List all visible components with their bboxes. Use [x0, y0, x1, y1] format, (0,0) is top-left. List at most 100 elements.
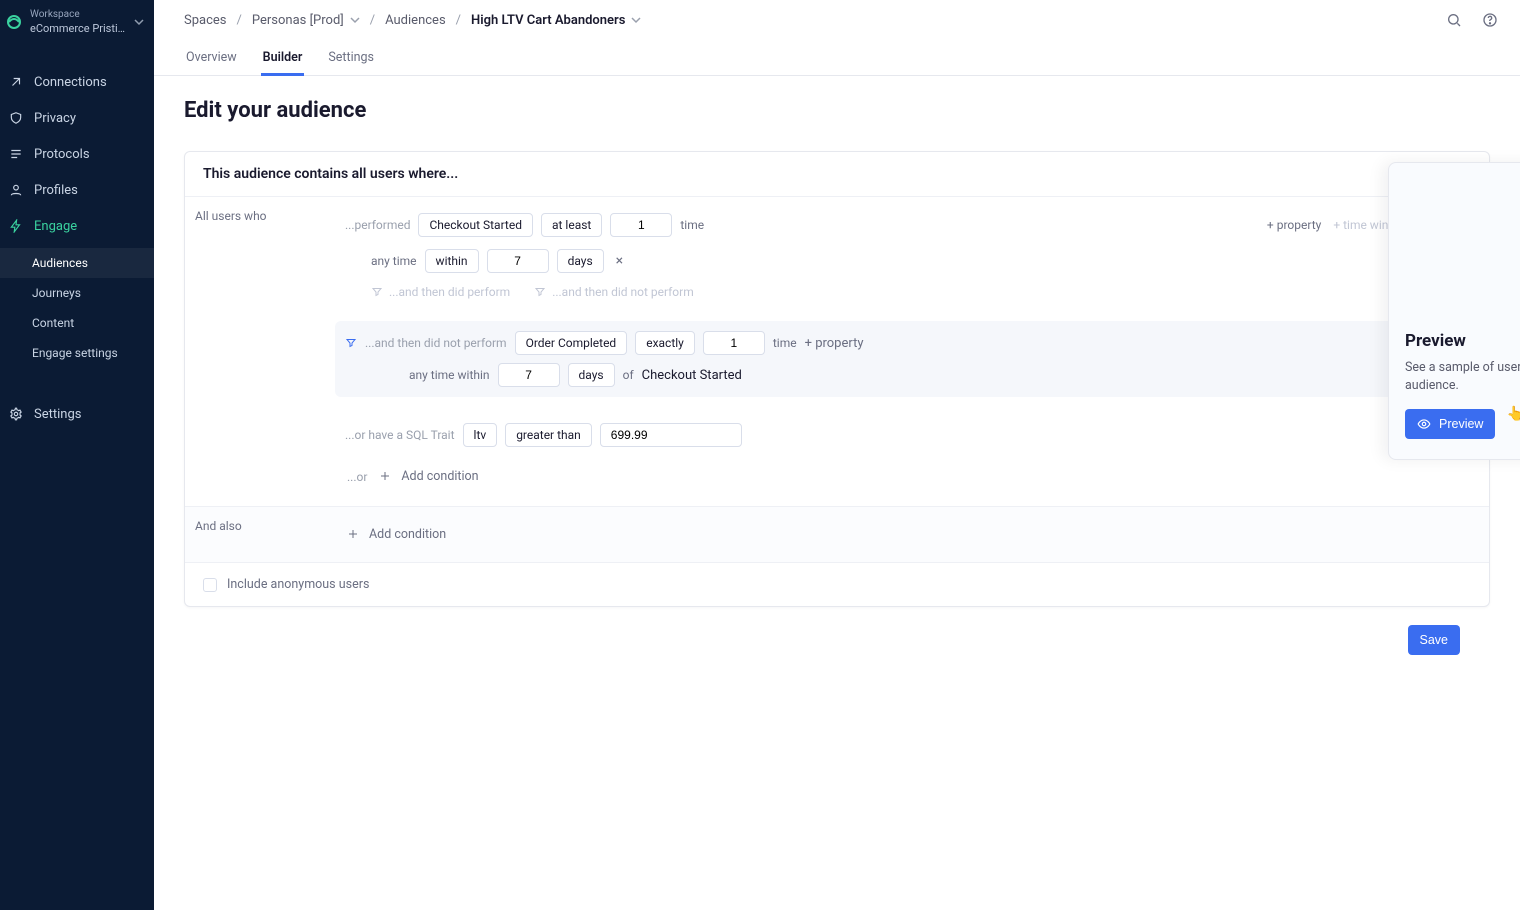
condition-prefix: ...performed: [345, 218, 410, 232]
plus-icon: [379, 470, 393, 484]
sidebar-item-settings[interactable]: Settings: [0, 396, 154, 432]
primary-nav: Connections Privacy Protocols Profiles E…: [0, 46, 154, 432]
eye-icon: [1417, 417, 1431, 431]
sidebar-sub-engage-settings[interactable]: Engage settings: [0, 338, 154, 368]
list-icon: [8, 146, 24, 162]
condition-time-window: any time within days ×: [335, 245, 1477, 283]
sidebar-item-connections[interactable]: Connections: [0, 64, 154, 100]
condition-prefix: ...and then did not perform: [365, 336, 507, 350]
condition-performed: ...performed Checkout Started at least t…: [335, 205, 1477, 245]
search-button[interactable]: [1444, 10, 1464, 30]
main: Spaces / Personas [Prod] / Audiences / H…: [154, 0, 1520, 910]
save-button[interactable]: Save: [1408, 625, 1461, 655]
sidebar-item-protocols[interactable]: Protocols: [0, 136, 154, 172]
page-title: Edit your audience: [184, 98, 1490, 123]
bolt-icon: [8, 218, 24, 234]
include-anonymous-row: Include anonymous users: [185, 562, 1489, 606]
search-icon: [1446, 12, 1462, 28]
event-select[interactable]: Order Completed: [515, 331, 628, 355]
shield-icon: [8, 110, 24, 126]
breadcrumb-audiences[interactable]: Audiences: [385, 13, 446, 28]
audience-panel: This audience contains all users where..…: [184, 151, 1490, 607]
time-label: time: [773, 336, 797, 350]
sidebar-item-label: Settings: [34, 407, 81, 422]
within-select[interactable]: within: [425, 249, 479, 273]
window-unit-select[interactable]: days: [557, 249, 604, 273]
count-input[interactable]: [703, 331, 765, 355]
all-users-label: All users who: [185, 197, 335, 506]
preview-title: Preview: [1405, 331, 1520, 351]
hint-did-perform[interactable]: ...and then did perform: [371, 285, 510, 299]
sidebar-item-label: Privacy: [34, 111, 76, 126]
include-anonymous-label: Include anonymous users: [227, 577, 369, 592]
remove-window-button[interactable]: ×: [612, 253, 627, 269]
add-condition-button-andalso[interactable]: Add condition: [347, 527, 446, 542]
sidebar-item-privacy[interactable]: Privacy: [0, 100, 154, 136]
filter-icon: [345, 337, 357, 349]
window-value-input[interactable]: [487, 249, 549, 273]
sidebar-item-engage[interactable]: Engage: [0, 208, 154, 244]
help-button[interactable]: [1480, 10, 1500, 30]
brand-logo-icon: [6, 14, 22, 30]
cursor-icon: 👆: [1507, 406, 1520, 422]
include-anonymous-checkbox[interactable]: [203, 578, 217, 592]
builder-grid: All users who ...performed Checkout Star…: [185, 197, 1489, 562]
comparator-select[interactable]: greater than: [505, 423, 592, 447]
trait-value-input[interactable]: [600, 423, 742, 447]
user-icon: [8, 182, 24, 198]
sidebar-sub-content[interactable]: Content: [0, 308, 154, 338]
panel-header: This audience contains all users where..…: [185, 152, 1489, 197]
trait-select[interactable]: ltv: [463, 423, 498, 447]
workspace-name: eCommerce Pristi...: [30, 22, 126, 36]
panel-title: This audience contains all users where..…: [203, 166, 458, 182]
tabs: Overview Builder Settings: [154, 30, 1520, 76]
chevron-down-icon: [631, 15, 641, 25]
tab-builder[interactable]: Builder: [261, 42, 305, 75]
workspace-label: Workspace: [30, 8, 126, 22]
sidebar-sub-audiences[interactable]: Audiences: [0, 248, 154, 278]
sidebar-sub-journeys[interactable]: Journeys: [0, 278, 154, 308]
or-label: ...or: [347, 470, 367, 484]
sidebar-item-label: Profiles: [34, 183, 78, 198]
sidebar: Workspace eCommerce Pristi... Connection…: [0, 0, 154, 910]
condition-prefix: ...or have a SQL Trait: [345, 428, 455, 442]
engage-subnav: Audiences Journeys Content Engage settin…: [0, 244, 154, 374]
sidebar-item-profiles[interactable]: Profiles: [0, 172, 154, 208]
window-unit-select[interactable]: days: [568, 363, 615, 387]
plus-icon: [347, 528, 361, 542]
comparator-select[interactable]: exactly: [635, 331, 695, 355]
tab-settings[interactable]: Settings: [326, 42, 376, 75]
ref-event-token: Checkout Started: [642, 368, 742, 383]
sequence-hints: ...and then did perform ...and then did …: [335, 283, 1477, 307]
comparator-select[interactable]: at least: [541, 213, 602, 237]
anytime-label: any time: [371, 254, 417, 268]
condition-sql-trait: ...or have a SQL Trait ltv greater than: [335, 415, 1477, 455]
add-property-button[interactable]: + property: [1267, 218, 1321, 232]
breadcrumb-sep: /: [237, 13, 242, 28]
count-input[interactable]: [610, 213, 672, 237]
gear-icon: [8, 406, 24, 422]
preview-drawer: Preview See a sample of users in this au…: [1388, 162, 1520, 460]
hint-did-not-perform[interactable]: ...and then did not perform: [534, 285, 694, 299]
time-label: time: [680, 218, 704, 232]
breadcrumb-sep: /: [456, 13, 461, 28]
chevron-down-icon: [350, 15, 360, 25]
window-value-input[interactable]: [498, 363, 560, 387]
condition-did-not-perform: ...and then did not perform Order Comple…: [335, 321, 1477, 397]
add-property-button[interactable]: + property: [805, 336, 864, 351]
content: Edit your audience This audience contain…: [154, 76, 1520, 679]
tab-overview[interactable]: Overview: [184, 42, 239, 75]
breadcrumb-sep: /: [370, 13, 375, 28]
filter-icon: [371, 286, 383, 298]
preview-button[interactable]: Preview: [1405, 409, 1495, 439]
help-icon: [1482, 12, 1498, 28]
breadcrumb-spaces[interactable]: Spaces: [184, 13, 227, 28]
add-condition-button[interactable]: Add condition: [379, 469, 478, 484]
sidebar-item-label: Connections: [34, 75, 107, 90]
workspace-switcher[interactable]: Workspace eCommerce Pristi...: [0, 0, 154, 46]
event-select[interactable]: Checkout Started: [418, 213, 533, 237]
preview-body: See a sample of users in this audience.: [1405, 359, 1520, 395]
breadcrumb-persona-dropdown[interactable]: Personas [Prod]: [252, 13, 360, 28]
breadcrumb-bar: Spaces / Personas [Prod] / Audiences / H…: [154, 0, 1520, 30]
breadcrumb-current-dropdown[interactable]: High LTV Cart Abandoners: [471, 13, 641, 28]
